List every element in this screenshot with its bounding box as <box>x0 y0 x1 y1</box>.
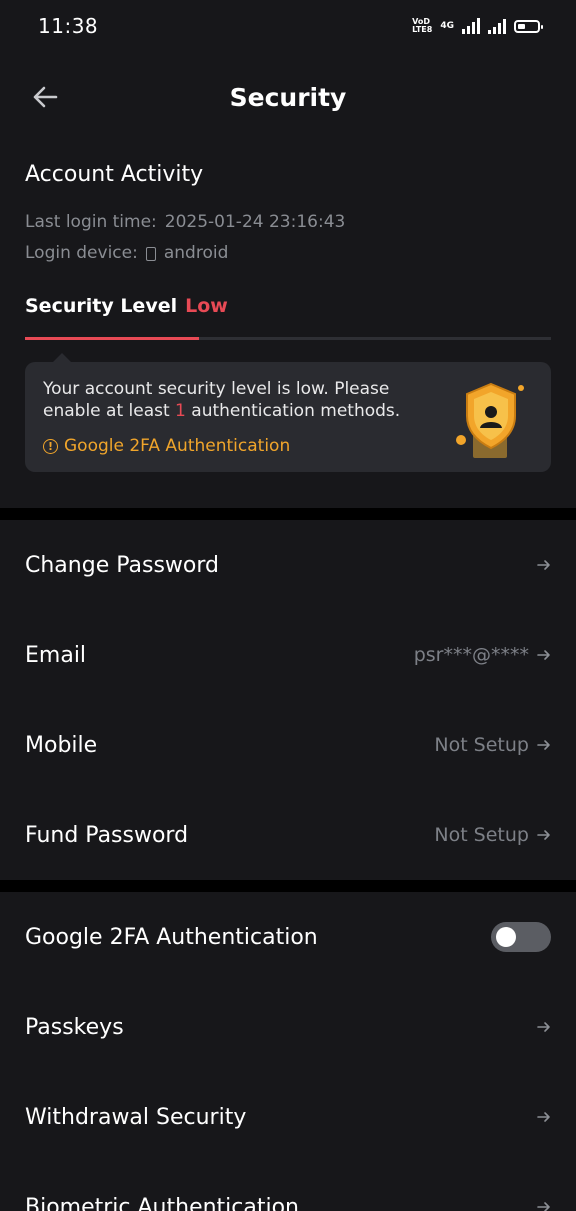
security-screen: 11:38 VoD LTE8 4G Security Account Activ… <box>0 0 576 1211</box>
change-password-row[interactable]: Change Password <box>0 520 576 610</box>
arrow-right-icon <box>537 1202 550 1211</box>
security-notice-text: Your account security level is low. Plea… <box>43 378 431 422</box>
arrow-right-icon <box>537 560 550 570</box>
volte-icon: VoD LTE8 <box>412 18 432 34</box>
last-login-value: 2025-01-24 23:16:43 <box>164 212 346 232</box>
account-activity-section: Account Activity Last login time: 2025-0… <box>0 162 576 472</box>
volte-bottom-text: LTE8 <box>412 25 433 34</box>
clock: 11:38 <box>38 14 99 38</box>
login-device-label: Login device: <box>25 243 138 263</box>
withdrawal-security-label: Withdrawal Security <box>25 1104 247 1130</box>
section-divider-2 <box>0 880 576 892</box>
google-2fa-row: Google 2FA Authentication <box>0 892 576 982</box>
page-title: Security <box>229 82 347 112</box>
last-login-label: Last login time: <box>25 212 157 232</box>
google-2fa-toggle[interactable] <box>491 922 551 952</box>
arrow-right-icon <box>537 830 550 840</box>
passkeys-label: Passkeys <box>25 1014 124 1040</box>
network-type-label: 4G <box>440 21 454 31</box>
passkeys-row[interactable]: Passkeys <box>0 982 576 1072</box>
arrow-right-icon <box>537 650 550 660</box>
phone-icon <box>145 246 156 261</box>
section-divider-1 <box>0 508 576 520</box>
arrow-right-icon <box>537 1112 550 1122</box>
signal-icon-2 <box>488 18 506 34</box>
email-label: Email <box>25 642 87 668</box>
status-icons: VoD LTE8 4G <box>412 18 543 34</box>
back-arrow-icon <box>33 86 58 108</box>
status-bar: 11:38 VoD LTE8 4G <box>0 0 576 52</box>
mobile-label: Mobile <box>25 732 98 758</box>
battery-icon <box>514 19 543 33</box>
authentication-settings-list: Google 2FA Authentication Passkeys Withd… <box>0 892 576 1211</box>
change-password-label: Change Password <box>25 552 219 578</box>
google-2fa-label: Google 2FA Authentication <box>25 924 318 950</box>
mobile-row[interactable]: Mobile Not Setup <box>0 700 576 790</box>
biometric-authentication-row[interactable]: Biometric Authentication <box>0 1162 576 1211</box>
toggle-knob <box>496 927 516 947</box>
mobile-value: Not Setup <box>434 734 529 756</box>
app-header: Security <box>0 52 576 142</box>
notice-text-part2: authentication methods. <box>185 401 401 421</box>
fund-password-value: Not Setup <box>434 824 529 846</box>
enable-google-2fa-label: Google 2FA Authentication <box>64 436 291 456</box>
notice-count: 1 <box>175 401 186 421</box>
arrow-right-icon <box>537 1022 550 1032</box>
biometric-authentication-label: Biometric Authentication <box>25 1194 300 1211</box>
security-level-fill <box>25 337 199 340</box>
email-row[interactable]: Email psr***@**** <box>0 610 576 700</box>
back-button[interactable] <box>28 80 62 114</box>
enable-google-2fa-link[interactable]: ! Google 2FA Authentication <box>43 436 431 456</box>
fund-password-label: Fund Password <box>25 822 189 848</box>
login-device-row: Login device: android <box>25 238 551 269</box>
last-login-row: Last login time: 2025-01-24 23:16:43 <box>25 207 551 238</box>
fund-password-row[interactable]: Fund Password Not Setup <box>0 790 576 880</box>
withdrawal-security-row[interactable]: Withdrawal Security <box>0 1072 576 1162</box>
account-settings-list: Change Password Email psr***@**** Mobile… <box>0 520 576 880</box>
security-level-label: Security Level <box>25 295 178 317</box>
email-value: psr***@**** <box>413 644 529 666</box>
account-activity-title: Account Activity <box>25 162 204 187</box>
signal-icon-1 <box>462 18 480 34</box>
security-level-row: Security Level Low <box>25 295 551 317</box>
login-device-value: android <box>163 243 229 263</box>
security-notice-card: Your account security level is low. Plea… <box>25 353 551 472</box>
arrow-right-icon <box>537 740 550 750</box>
warning-icon: ! <box>43 438 58 454</box>
security-level-bar <box>25 337 551 340</box>
shield-user-illustration <box>456 382 524 458</box>
security-level-value: Low <box>185 295 228 317</box>
